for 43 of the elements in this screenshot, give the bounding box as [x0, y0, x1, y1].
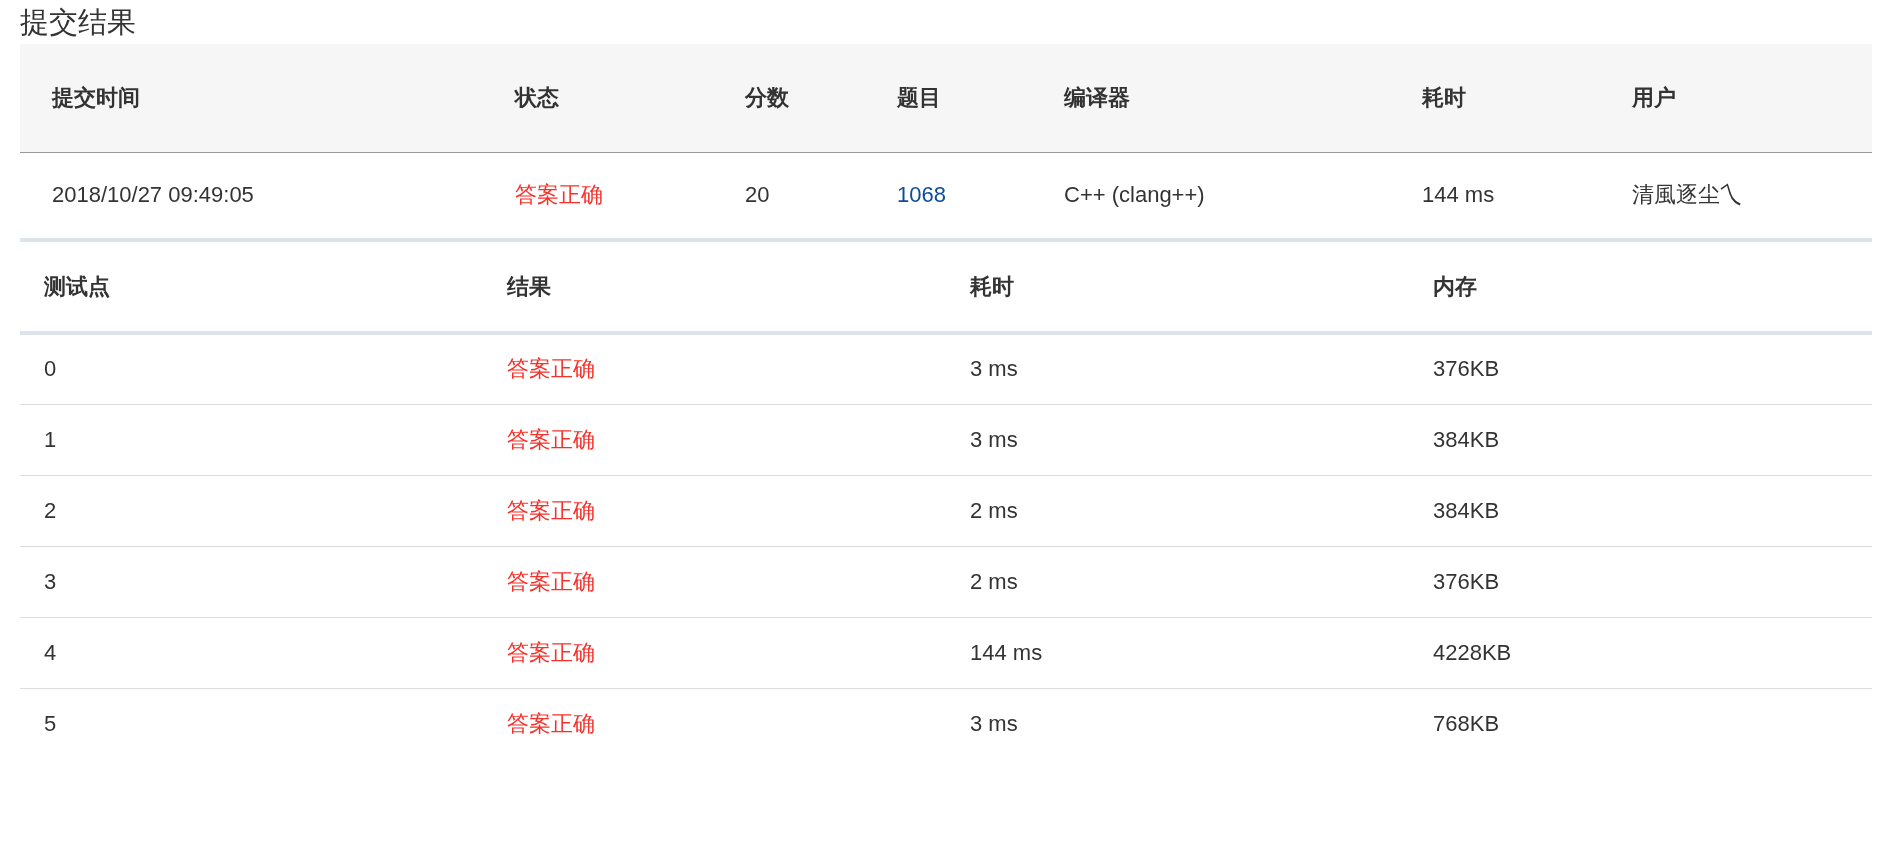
table-cell: 4 — [20, 617, 483, 688]
table-cell: 376KB — [1409, 333, 1872, 404]
column-header: 结果 — [483, 242, 946, 333]
table-cell: 20 — [713, 152, 865, 240]
status-text: 答案正确 — [507, 568, 595, 594]
page-title: 提交结果 — [20, 5, 136, 40]
table-cell: 1 — [20, 404, 483, 475]
column-header: 提交时间 — [20, 44, 483, 152]
status-text: 答案正确 — [515, 182, 603, 208]
table-cell: 2 ms — [946, 546, 1409, 617]
table-cell: 144 ms — [1390, 152, 1600, 240]
status-text: 答案正确 — [507, 497, 595, 523]
column-header: 状态 — [483, 44, 713, 152]
table-cell: 2018/10/27 09:49:05 — [20, 152, 483, 240]
table-cell: 清風逐尘乀 — [1600, 152, 1872, 240]
status-text: 答案正确 — [507, 356, 595, 382]
status-text: 答案正确 — [507, 426, 595, 452]
table-cell: 3 ms — [946, 688, 1409, 759]
table-cell: 5 — [20, 688, 483, 759]
column-header: 分数 — [713, 44, 865, 152]
table-cell: 768KB — [1409, 688, 1872, 759]
column-header: 编译器 — [1032, 44, 1390, 152]
table-cell: 2 — [20, 475, 483, 546]
table-cell: 4228KB — [1409, 617, 1872, 688]
table-cell: 376KB — [1409, 546, 1872, 617]
table-cell: C++ (clang++) — [1032, 152, 1390, 240]
column-header: 测试点 — [20, 242, 483, 333]
table-cell: 0 — [20, 333, 483, 404]
table-cell: 2 ms — [946, 475, 1409, 546]
status-text: 答案正确 — [507, 639, 595, 665]
column-header: 用户 — [1600, 44, 1872, 152]
table-cell: 3 ms — [946, 333, 1409, 404]
table-cell: 384KB — [1409, 404, 1872, 475]
table-cell: 384KB — [1409, 475, 1872, 546]
table-cell: 3 ms — [946, 404, 1409, 475]
problem-link[interactable]: 1068 — [897, 182, 946, 208]
column-header: 内存 — [1409, 242, 1872, 333]
column-header: 耗时 — [946, 242, 1409, 333]
column-header: 题目 — [865, 44, 1032, 152]
table-cell: 3 — [20, 546, 483, 617]
column-header: 耗时 — [1390, 44, 1600, 152]
status-text: 答案正确 — [507, 710, 595, 736]
table-cell: 144 ms — [946, 617, 1409, 688]
